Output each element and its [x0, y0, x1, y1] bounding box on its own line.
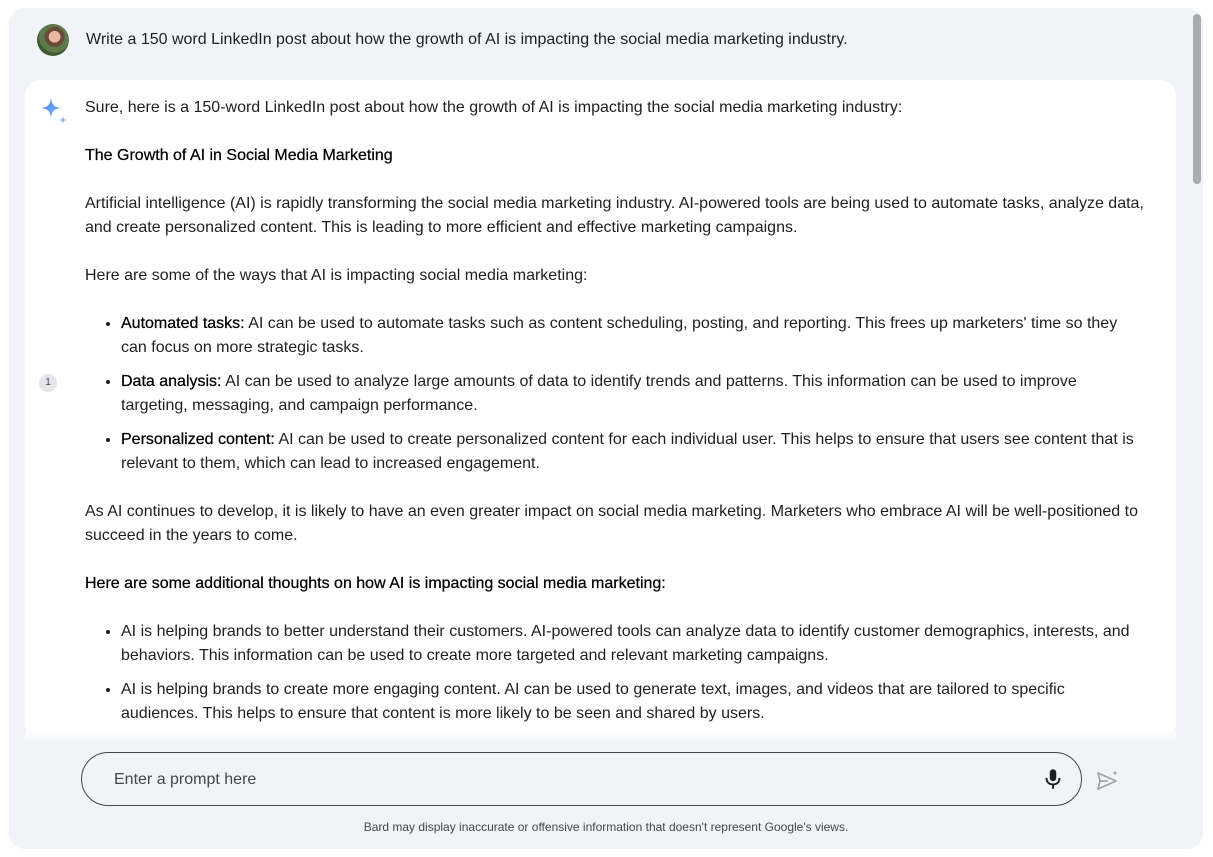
scroll-fade — [25, 732, 1176, 742]
citation-badge[interactable]: 1 — [39, 374, 57, 392]
response-paragraph: Artificial intelligence (AI) is rapidly … — [85, 195, 1144, 236]
response-paragraph: Here are some of the ways that AI is imp… — [85, 267, 588, 284]
user-prompt-text: Write a 150 word LinkedIn post about how… — [86, 31, 848, 48]
list-item-text: AI can be used to automate tasks such as… — [121, 315, 1118, 356]
user-message: Write a 150 word LinkedIn post about how… — [37, 24, 848, 56]
prompt-box[interactable] — [81, 752, 1082, 806]
post-title: The Growth of AI in Social Media Marketi… — [85, 147, 393, 164]
list-item-label: Data analysis: — [121, 373, 222, 390]
list-item: AI is helping brands to create more enga… — [121, 678, 1145, 726]
list-item: AI is helping brands to better understan… — [121, 620, 1145, 668]
response-intro: Sure, here is a 150-word LinkedIn post a… — [85, 99, 903, 116]
chat-window: Write a 150 word LinkedIn post about how… — [9, 8, 1203, 849]
sparkle-icon — [41, 98, 67, 124]
microphone-icon[interactable] — [1040, 766, 1066, 792]
send-icon[interactable] — [1095, 768, 1121, 794]
additional-thoughts-list: AI is helping brands to better understan… — [85, 620, 1145, 726]
impact-list: Automated tasks: AI can be used to autom… — [85, 312, 1145, 476]
user-avatar — [37, 24, 69, 56]
list-item: Personalized content: AI can be used to … — [121, 428, 1145, 476]
assistant-response: 1 Sure, here is a 150-word LinkedIn post… — [25, 80, 1176, 740]
response-paragraph: As AI continues to develop, it is likely… — [85, 503, 1138, 544]
list-item-text: AI can be used to analyze large amounts … — [121, 373, 1077, 414]
list-item-label: Personalized content: — [121, 431, 275, 448]
list-item: Data analysis: AI can be used to analyze… — [121, 370, 1145, 418]
list-item-label: Automated tasks: — [121, 315, 245, 332]
response-content: Sure, here is a 150-word LinkedIn post a… — [85, 96, 1145, 740]
scrollbar-thumb[interactable] — [1193, 14, 1201, 184]
list-item: Automated tasks: AI can be used to autom… — [121, 312, 1145, 360]
disclaimer: Bard may display inaccurate or offensive… — [363, 820, 849, 834]
prompt-input[interactable] — [112, 767, 1016, 793]
section-heading: Here are some additional thoughts on how… — [85, 575, 666, 592]
